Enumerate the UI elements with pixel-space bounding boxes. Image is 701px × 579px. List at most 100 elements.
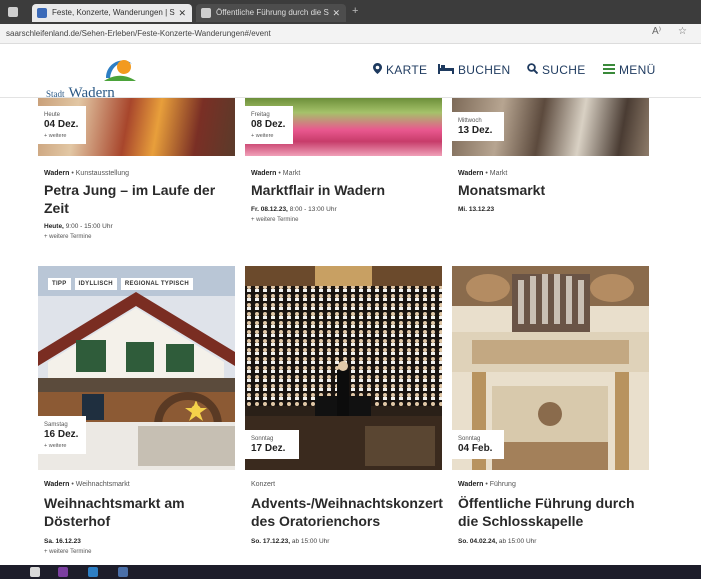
event-meta: Heute, 9:00 - 15:00 Uhr: [44, 223, 113, 230]
date-box: Freitag 08 Dez. + weitere: [245, 106, 294, 144]
url-text[interactable]: saarschleifenland.de/Sehen-Erleben/Feste…: [6, 27, 271, 41]
event-card-monatsmarkt[interactable]: Mittwoch 13 Dez. Wadern • Markt Monatsma…: [452, 98, 649, 228]
event-category-label: Markt: [489, 170, 508, 177]
nav-menu[interactable]: MENÜ: [603, 63, 656, 77]
taskbar-app-icon[interactable]: [30, 567, 40, 577]
event-title[interactable]: Öffentliche Führung durch die Schlosskap…: [458, 494, 650, 530]
event-category: Wadern • Führung: [458, 481, 516, 488]
day: 16 Dez.: [44, 428, 79, 440]
tag-idyllisch: IDYLLISCH: [74, 278, 117, 290]
logo-big-text: Wadern: [68, 85, 115, 101]
more-dates-link[interactable]: + weitere Termine: [44, 549, 91, 555]
nav-menu-label: MENÜ: [619, 63, 656, 77]
logo-small-text: Stadt: [46, 89, 65, 99]
map-pin-icon: [373, 63, 382, 77]
more-dates-link[interactable]: + weitere Termine: [251, 217, 298, 223]
event-category: Wadern • Markt: [458, 170, 508, 177]
event-title[interactable]: Monatsmarkt: [458, 181, 650, 199]
date-box: Heute 04 Dez. + weitere: [38, 106, 87, 144]
bed-icon: [438, 63, 454, 77]
window-menu-icon[interactable]: [8, 7, 18, 17]
event-category-label: Konzert: [251, 481, 276, 488]
event-title[interactable]: Marktflair in Wadern: [251, 181, 443, 199]
taskbar-app-icon[interactable]: [88, 567, 98, 577]
event-date: So. 04.02.24,: [458, 538, 498, 545]
event-meta: Sa. 16.12.23: [44, 538, 81, 545]
nav-suche[interactable]: SUCHE: [527, 63, 586, 77]
event-category: Wadern • Markt: [251, 170, 301, 177]
nav-karte[interactable]: KARTE: [373, 63, 427, 77]
weekday: Heute: [44, 112, 61, 118]
event-category-label: Kunstausstellung: [75, 170, 130, 177]
event-time: ab 15:00 Uhr: [498, 538, 537, 545]
site-header: Stadt Wadern KARTE BUCHEN SUCHE MENÜ: [0, 44, 701, 101]
wadern-logo-icon[interactable]: [100, 54, 138, 84]
new-tab-icon[interactable]: +: [352, 5, 358, 17]
tab-feste[interactable]: Feste, Konzerte, Wanderungen | S ✕: [32, 4, 192, 22]
nav-buchen[interactable]: BUCHEN: [438, 63, 510, 77]
more-dates-link[interactable]: + weitere: [44, 443, 78, 449]
taskbar-app-icon[interactable]: [118, 567, 128, 577]
nav-buchen-label: BUCHEN: [458, 63, 511, 77]
event-date: Fr. 08.12.23,: [251, 206, 288, 213]
event-date: So. 17.12.23,: [251, 538, 291, 545]
event-time: 9:00 - 15:00 Uhr: [65, 223, 113, 230]
event-meta: So. 04.02.24, ab 15:00 Uhr: [458, 538, 536, 545]
weekday: Sonntag: [251, 436, 274, 442]
event-meta: Fr. 08.12.23, 8:00 - 13:00 Uhr: [251, 206, 337, 213]
event-card-weihnachtsmarkt[interactable]: TIPP IDYLLISCH REGIONAL TYPISCH Samstag …: [38, 266, 235, 564]
nav-suche-label: SUCHE: [542, 63, 586, 77]
more-dates-link[interactable]: + weitere: [44, 133, 78, 139]
tab-label: Feste, Konzerte, Wanderungen | S: [52, 8, 175, 17]
weekday: Freitag: [251, 112, 270, 118]
weekday: Mittwoch: [458, 118, 482, 124]
event-card-adventskonzert[interactable]: Sonntag 17 Dez. Konzert Advents-/Weihnac…: [245, 266, 443, 556]
tag-tipp: TIPP: [48, 278, 71, 290]
event-place: Wadern: [251, 170, 277, 177]
event-date: Heute,: [44, 223, 64, 230]
day: 17 Dez.: [251, 442, 286, 454]
event-meta: So. 17.12.23, ab 15:00 Uhr: [251, 538, 329, 545]
event-place: Wadern: [458, 481, 484, 488]
site-favicon-icon: [201, 8, 211, 18]
hamburger-menu-icon: [603, 63, 615, 77]
event-time: ab 15:00 Uhr: [291, 538, 330, 545]
event-card-schlosskapelle[interactable]: Sonntag 04 Feb. Wadern • Führung Öffentl…: [452, 266, 649, 556]
site-favicon-icon: [37, 8, 47, 18]
event-title[interactable]: Advents-/Weihnachtskonzert des Oratorien…: [251, 494, 443, 530]
date-box: Mittwoch 13 Dez.: [452, 112, 505, 141]
search-icon: [527, 63, 539, 77]
address-bar[interactable]: saarschleifenland.de/Sehen-Erleben/Feste…: [0, 24, 701, 44]
event-category: Konzert: [251, 481, 275, 488]
close-icon[interactable]: ✕: [332, 4, 340, 22]
date-box: Sonntag 17 Dez.: [245, 430, 300, 459]
taskbar-app-icon[interactable]: [58, 567, 68, 577]
event-card-marktflair[interactable]: Freitag 08 Dez. + weitere Wadern • Markt…: [245, 98, 442, 248]
date-box: Samstag 16 Dez. + weitere: [38, 416, 87, 454]
event-category-label: Markt: [282, 170, 301, 177]
favorite-star-icon[interactable]: ☆: [678, 26, 687, 37]
event-category-label: Weihnachtsmarkt: [75, 481, 130, 488]
nav-karte-label: KARTE: [386, 63, 428, 77]
day: 04 Feb.: [458, 442, 493, 454]
event-time: 8:00 - 13:00 Uhr: [289, 206, 337, 213]
event-category: Wadern • Kunstausstellung: [44, 170, 130, 177]
event-place: Wadern: [458, 170, 484, 177]
close-icon[interactable]: ✕: [178, 4, 186, 22]
tab-label: Öffentliche Führung durch die S: [216, 8, 329, 17]
weekday: Samstag: [44, 422, 68, 428]
event-place: Wadern: [44, 481, 70, 488]
event-card-petra-jung[interactable]: Heute 04 Dez. + weitere Wadern • Kunstau…: [38, 98, 235, 253]
event-date: Sa. 16.12.23: [44, 538, 81, 545]
logo-text[interactable]: Stadt Wadern: [46, 84, 115, 102]
tab-fuehrung[interactable]: Öffentliche Führung durch die S ✕: [196, 4, 346, 22]
more-dates-link[interactable]: + weitere: [251, 133, 285, 139]
weekday: Sonntag: [458, 436, 481, 442]
event-date: Mi. 13.12.23: [458, 206, 495, 213]
read-aloud-icon[interactable]: A⁾: [652, 26, 661, 37]
event-title[interactable]: Petra Jung – im Laufe der Zeit: [44, 181, 236, 217]
tag-regional-typisch: REGIONAL TYPISCH: [120, 278, 193, 290]
event-title[interactable]: Weihnachtsmarkt am Dösterhof: [44, 494, 236, 530]
more-dates-link[interactable]: + weitere Termine: [44, 234, 91, 240]
event-place: Wadern: [44, 170, 70, 177]
